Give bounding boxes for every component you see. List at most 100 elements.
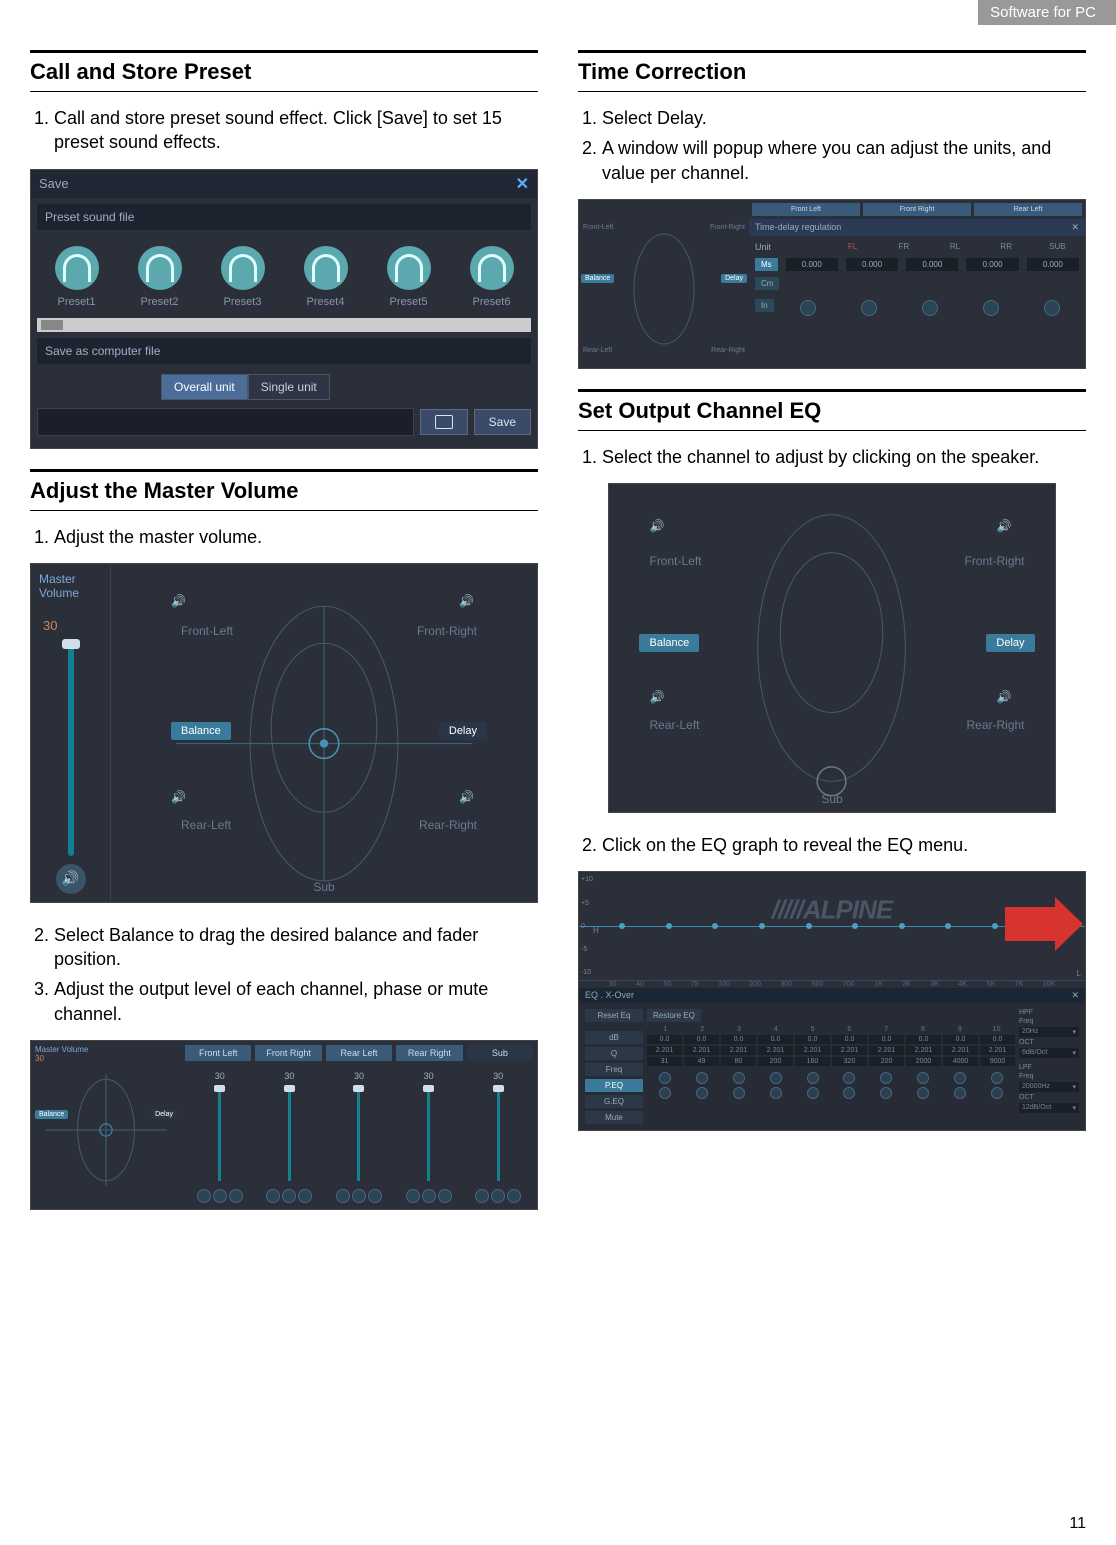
q-val[interactable]: 2.201	[795, 1046, 830, 1055]
eq-knob[interactable]	[954, 1072, 966, 1084]
q-val[interactable]: 2.201	[684, 1046, 719, 1055]
mute-icon[interactable]	[213, 1189, 227, 1203]
eq-toggle[interactable]	[843, 1087, 855, 1099]
q-val[interactable]: 2.201	[980, 1046, 1015, 1055]
delay-val-4[interactable]: 0.000	[966, 258, 1018, 271]
tab-delay-rl[interactable]: Rear Left	[974, 203, 1082, 216]
db-val[interactable]: 0.0	[869, 1035, 904, 1044]
freq-val[interactable]: 31	[647, 1057, 682, 1066]
eq-toggle[interactable]	[659, 1087, 671, 1099]
unit-cm-button[interactable]: Cm	[755, 277, 779, 290]
eq-knob[interactable]	[843, 1072, 855, 1084]
restore-eq-button[interactable]: Restore EQ	[647, 1009, 701, 1022]
q-val[interactable]: 2.201	[832, 1046, 867, 1055]
preset-5[interactable]: Preset5	[387, 246, 431, 308]
db-val[interactable]: 0.0	[684, 1035, 719, 1044]
hpf-freq-value[interactable]: 20Hz▾	[1019, 1027, 1079, 1037]
db-val[interactable]: 0.0	[832, 1035, 867, 1044]
db-val[interactable]: 0.0	[795, 1035, 830, 1044]
mute-tab[interactable]: Mute	[585, 1111, 643, 1124]
link-icon[interactable]	[438, 1189, 452, 1203]
delay-knob-3[interactable]	[922, 300, 938, 316]
horizontal-scrollbar[interactable]	[37, 318, 531, 332]
freq-val[interactable]: 200	[869, 1057, 904, 1066]
eq-toggle[interactable]	[880, 1087, 892, 1099]
eq-toggle[interactable]	[991, 1087, 1003, 1099]
eq-toggle[interactable]	[733, 1087, 745, 1099]
mute-icon[interactable]	[491, 1189, 505, 1203]
eq-graph[interactable]: +10 +5 0 -5 -10 ALPINE H L	[579, 872, 1085, 981]
delay-knob-5[interactable]	[1044, 300, 1060, 316]
save-button[interactable]: Save	[474, 409, 531, 435]
close-icon[interactable]: ✕	[1071, 222, 1079, 233]
delay-button[interactable]: Delay	[986, 634, 1034, 652]
unit-ms-button[interactable]: Ms	[755, 258, 778, 271]
q-val[interactable]: 2.201	[721, 1046, 756, 1055]
tab-rear-left[interactable]: Rear Left	[326, 1045, 392, 1061]
freq-val[interactable]: 160	[795, 1057, 830, 1066]
close-icon[interactable]: ✕	[516, 174, 529, 194]
eq-knob[interactable]	[733, 1072, 745, 1084]
eq-toggle[interactable]	[954, 1087, 966, 1099]
preset-1[interactable]: Preset1	[55, 246, 99, 308]
freq-val[interactable]: 4000	[943, 1057, 978, 1066]
tab-delay-fr[interactable]: Front Right	[863, 203, 971, 216]
delay-val-5[interactable]: 0.000	[1027, 258, 1079, 271]
lpf-slope-value[interactable]: 12dB/Oct▾	[1019, 1103, 1079, 1113]
delay-knob-2[interactable]	[861, 300, 877, 316]
balance-button[interactable]: Balance	[171, 722, 231, 740]
db-val[interactable]: 0.0	[906, 1035, 941, 1044]
master-volume-slider[interactable]	[68, 639, 74, 856]
speaker-icon-rr[interactable]: 🔊	[459, 790, 487, 812]
hpf-slope-value[interactable]: 6dB/Oct▾	[1019, 1048, 1079, 1058]
eq-knob[interactable]	[659, 1072, 671, 1084]
balance-button-small[interactable]: Balance	[35, 1110, 68, 1119]
phase-icon[interactable]	[475, 1189, 489, 1203]
delay-val-3[interactable]: 0.000	[906, 258, 958, 271]
speaker-icon-fl[interactable]: 🔊	[171, 594, 199, 616]
freq-val[interactable]: 320	[832, 1057, 867, 1066]
delay-val-2[interactable]: 0.000	[846, 258, 898, 271]
tab-rear-right[interactable]: Rear Right	[396, 1045, 462, 1061]
link-icon[interactable]	[298, 1189, 312, 1203]
balance-button-small[interactable]: Balance	[581, 274, 614, 283]
phase-icon[interactable]	[197, 1189, 211, 1203]
q-val[interactable]: 2.201	[869, 1046, 904, 1055]
link-icon[interactable]	[507, 1189, 521, 1203]
mini-car-layout[interactable]: Front-Left Front-Right Rear-Left Rear-Ri…	[583, 214, 745, 364]
balance-button[interactable]: Balance	[639, 634, 699, 652]
link-icon[interactable]	[229, 1189, 243, 1203]
overall-unit-button[interactable]: Overall unit	[161, 374, 248, 400]
freq-val[interactable]: 9000	[980, 1057, 1015, 1066]
q-val[interactable]: 2.201	[906, 1046, 941, 1055]
ch-slider-4[interactable]	[427, 1085, 430, 1181]
speaker-icon-fr[interactable]: 🔊	[997, 519, 1025, 541]
eq-knob[interactable]	[696, 1072, 708, 1084]
preset-4[interactable]: Preset4	[304, 246, 348, 308]
phase-icon[interactable]	[266, 1189, 280, 1203]
ch-slider-5[interactable]	[497, 1085, 500, 1181]
phase-icon[interactable]	[336, 1189, 350, 1203]
speaker-icon-rr[interactable]: 🔊	[997, 690, 1025, 712]
speaker-mute-icon[interactable]	[56, 864, 86, 894]
speaker-icon-rl[interactable]: 🔊	[649, 690, 677, 712]
db-val[interactable]: 0.0	[943, 1035, 978, 1044]
eq-knob[interactable]	[917, 1072, 929, 1084]
reset-eq-button[interactable]: Reset Eq	[585, 1009, 643, 1022]
eq-knob[interactable]	[770, 1072, 782, 1084]
preset-6[interactable]: Preset6	[470, 246, 514, 308]
speaker-icon-rl[interactable]: 🔊	[171, 790, 199, 812]
freq-val[interactable]: 49	[684, 1057, 719, 1066]
single-unit-button[interactable]: Single unit	[248, 374, 330, 400]
freq-val[interactable]: 80	[721, 1057, 756, 1066]
q-val[interactable]: 2.201	[647, 1046, 682, 1055]
delay-button[interactable]: Delay	[439, 722, 487, 740]
link-icon[interactable]	[368, 1189, 382, 1203]
mute-icon[interactable]	[352, 1189, 366, 1203]
preset-2[interactable]: Preset2	[138, 246, 182, 308]
q-val[interactable]: 2.201	[943, 1046, 978, 1055]
phase-icon[interactable]	[406, 1189, 420, 1203]
browse-button[interactable]	[420, 409, 468, 435]
db-val[interactable]: 0.0	[721, 1035, 756, 1044]
delay-button-small[interactable]: Delay	[151, 1110, 177, 1119]
